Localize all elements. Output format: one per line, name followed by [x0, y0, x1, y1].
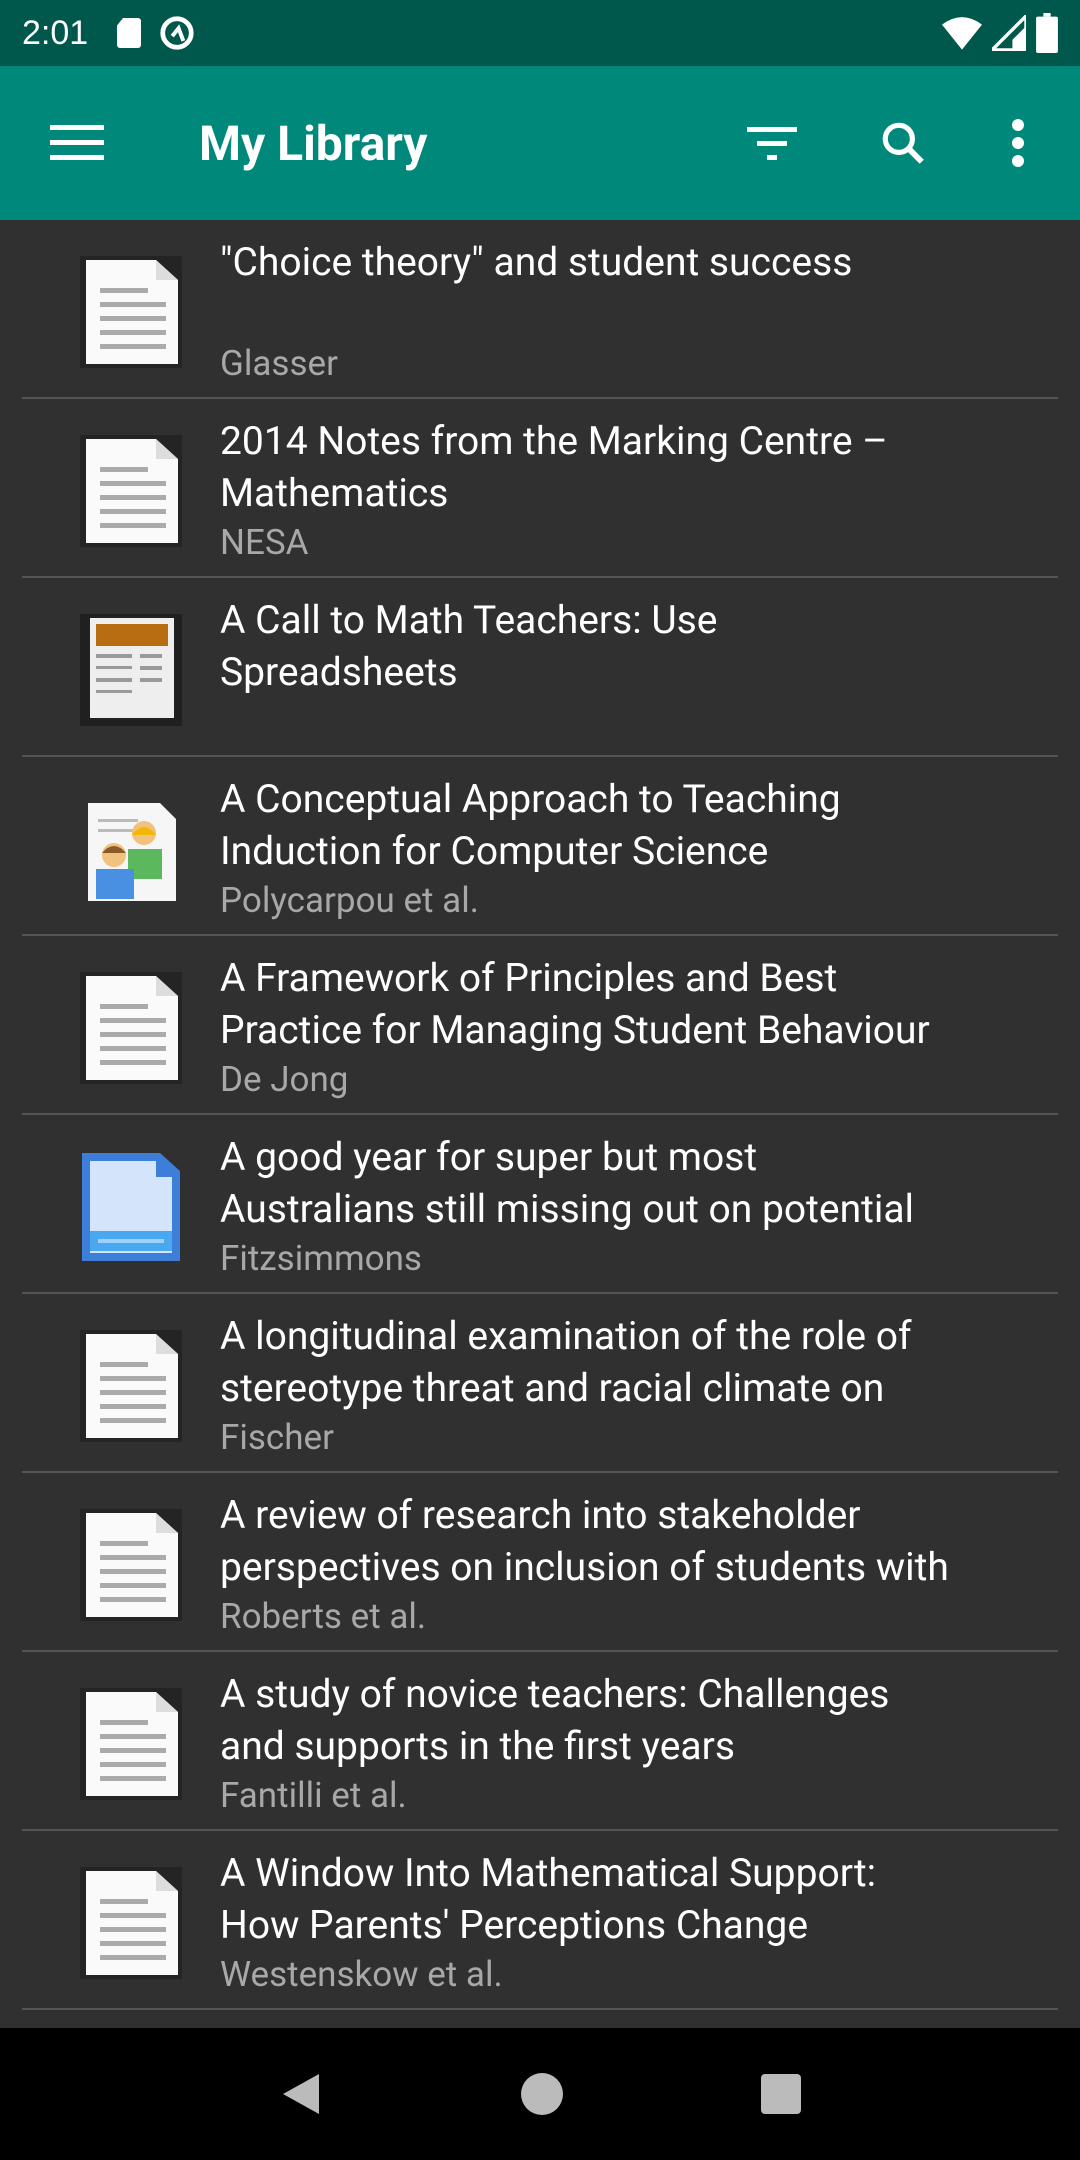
list-item[interactable]: 2014 Notes from the Marking Centre – Math…: [22, 399, 1058, 578]
list-item[interactable]: A good year for super but most Australian…: [22, 1115, 1058, 1294]
signal-icon: [992, 15, 1026, 51]
item-title-line: Practice for Managing Student Behaviour: [220, 1007, 930, 1053]
document-icon: [78, 1505, 184, 1623]
battery-icon: [1036, 13, 1058, 53]
home-icon[interactable]: [521, 2073, 563, 2115]
list-item[interactable]: A study of novice teachers: Challenges an…: [22, 1652, 1058, 1831]
filter-icon: [747, 127, 797, 160]
app-toolbar: My Library: [0, 66, 1080, 220]
document-icon: [78, 968, 184, 1086]
list-item[interactable]: A Framework of Principles and Best Practi…: [22, 936, 1058, 1115]
page-title: My Library: [199, 114, 428, 172]
item-title: A study of novice teachers: Challenges an…: [220, 1668, 1058, 1772]
item-title-line: A Conceptual Approach to Teaching: [220, 776, 841, 822]
list-item[interactable]: "Choice theory" and student success Glas…: [22, 220, 1058, 399]
item-author: Fantilli et al.: [220, 1775, 407, 1816]
item-author: Fitzsimmons: [220, 1238, 422, 1279]
document-icon: [78, 252, 184, 370]
item-title-line: A Framework of Principles and Best: [220, 955, 838, 1001]
item-title: A Call to Math Teachers: Use Spreadsheets: [220, 594, 1058, 698]
item-title-line: A Call to Math Teachers: Use: [220, 597, 718, 643]
item-author: NESA: [220, 522, 309, 563]
list-item[interactable]: A Window Into Mathematical Support: How P…: [22, 1831, 1058, 2010]
web-page-icon: [78, 1147, 184, 1265]
item-title-line: A study of novice teachers: Challenges: [220, 1671, 890, 1717]
item-author: Westenskow et al.: [220, 1954, 503, 1995]
item-title-line: A review of research into stakeholder: [220, 1492, 861, 1538]
navigation-bar: [0, 2028, 1080, 2160]
document-icon: [78, 1326, 184, 1444]
more-vert-icon: [1012, 119, 1024, 167]
sd-card-icon: [117, 18, 142, 48]
item-author: De Jong: [220, 1059, 349, 1100]
item-author: Fischer: [220, 1417, 334, 1458]
list-item[interactable]: A longitudinal examination of the role o…: [22, 1294, 1058, 1473]
status-bar: 2:01: [0, 0, 1080, 66]
q-logo-icon: [160, 16, 194, 50]
item-title: A Window Into Mathematical Support: How P…: [220, 1847, 1058, 1951]
menu-icon: [50, 125, 104, 160]
document-icon: [78, 1684, 184, 1802]
item-title-line: Australians still missing out on potenti…: [220, 1186, 915, 1232]
document-icon: [78, 1863, 184, 1981]
item-title: A longitudinal examination of the role o…: [220, 1310, 1058, 1414]
item-author: Glasser: [220, 343, 338, 384]
presentation-icon: [78, 789, 184, 907]
recents-icon[interactable]: [761, 2074, 801, 2114]
menu-button[interactable]: [32, 66, 122, 220]
search-icon: [882, 122, 924, 164]
item-title-line: Induction for Computer Science: [220, 828, 769, 874]
item-title: 2014 Notes from the Marking Centre – Math…: [220, 415, 1058, 519]
library-list[interactable]: "Choice theory" and student success Glas…: [0, 220, 1080, 2028]
status-time: 2:01: [22, 13, 89, 52]
item-title-line: A longitudinal examination of the role o…: [220, 1313, 912, 1359]
item-title-line: 2014 Notes from the Marking Centre –: [220, 418, 888, 464]
item-title-line: "Choice theory" and student success: [220, 239, 853, 285]
item-title-line: Spreadsheets: [220, 649, 458, 695]
item-author: Roberts et al.: [220, 1596, 427, 1637]
item-title: A Framework of Principles and Best Practi…: [220, 952, 1058, 1056]
document-icon: [78, 431, 184, 549]
item-title-line: Mathematics: [220, 470, 449, 516]
item-title-line: perspectives on inclusion of students wi…: [220, 1544, 949, 1590]
search-button[interactable]: [858, 66, 948, 220]
item-title-line: How Parents' Perceptions Change: [220, 1902, 809, 1948]
item-title: A review of research into stakeholder per…: [220, 1489, 1058, 1593]
item-title-line: A Window Into Mathematical Support:: [220, 1850, 877, 1896]
item-title: A Conceptual Approach to Teaching Inducti…: [220, 773, 1058, 877]
item-title-line: and supports in the first years: [220, 1723, 735, 1769]
more-options-button[interactable]: [973, 66, 1063, 220]
item-title-line: A good year for super but most: [220, 1134, 758, 1180]
item-title: "Choice theory" and student success: [220, 236, 1058, 288]
filter-button[interactable]: [727, 66, 817, 220]
list-item[interactable]: A Call to Math Teachers: Use Spreadsheets: [22, 578, 1058, 757]
wifi-icon: [942, 17, 982, 50]
item-title: A good year for super but most Australian…: [220, 1131, 1058, 1235]
item-author: Polycarpou et al.: [220, 880, 479, 921]
list-item[interactable]: A review of research into stakeholder per…: [22, 1473, 1058, 1652]
back-icon[interactable]: [279, 2070, 323, 2118]
item-title-line: stereotype threat and racial climate on: [220, 1365, 885, 1411]
list-item[interactable]: A Conceptual Approach to Teaching Inducti…: [22, 757, 1058, 936]
spreadsheet-icon: [78, 610, 184, 728]
